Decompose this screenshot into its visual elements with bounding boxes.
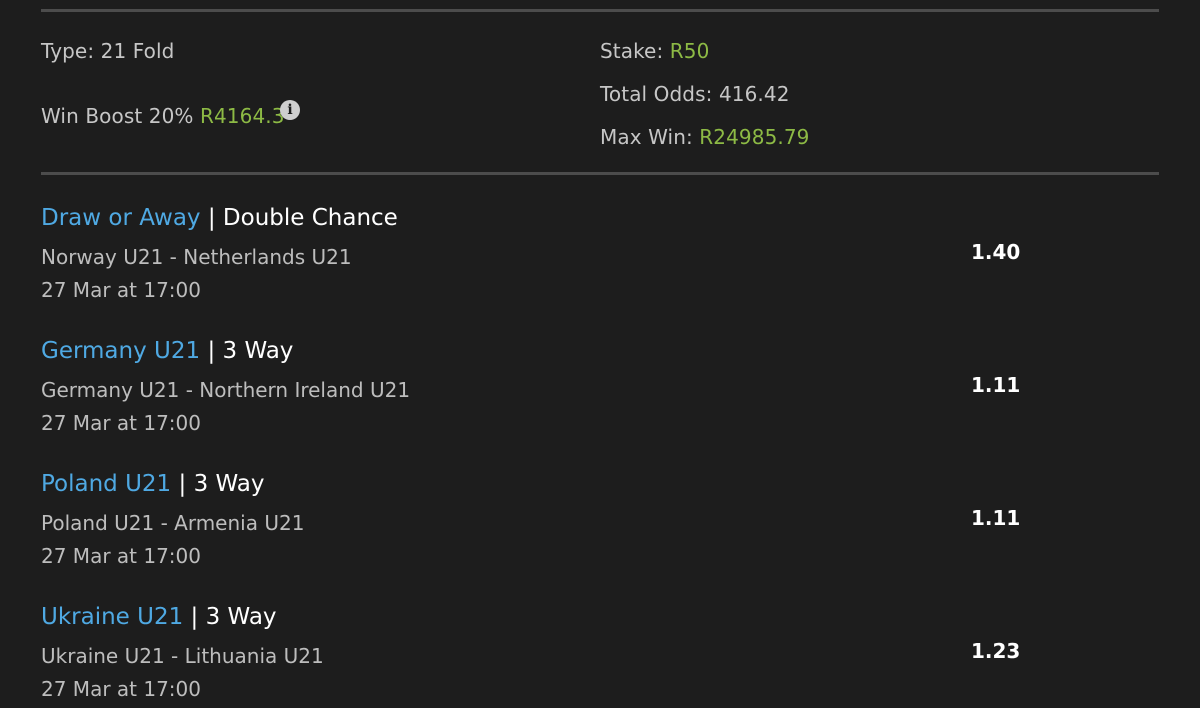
top-divider	[41, 9, 1159, 12]
selection-market: 3 Way	[193, 471, 265, 497]
selection-match: Germany U21 - Northern Ireland U21	[41, 378, 411, 402]
stake-value: R50	[669, 39, 710, 63]
selection-separator: |	[178, 471, 187, 497]
bet-type-label: Type: 21 Fold	[41, 39, 175, 63]
selection-market: 3 Way	[205, 604, 277, 630]
selection-title: Poland U21 | 3 Way	[41, 471, 265, 497]
selection-match: Poland U21 - Armenia U21	[41, 511, 305, 535]
max-win-value: R24985.79	[699, 125, 810, 149]
selection-separator: |	[207, 338, 216, 364]
selection-pick: Ukraine U21	[41, 604, 184, 630]
max-win-label: Max Win:	[600, 125, 693, 149]
selection-time: 27 Mar at 17:00	[41, 544, 201, 568]
summary-divider	[41, 172, 1159, 175]
bet-slip-detail: Type: 21 Fold Win Boost 20% R4164.3 i St…	[0, 0, 1200, 708]
selection-pick: Draw or Away	[41, 205, 201, 231]
selection-item: Draw or Away | Double Chance Norway U21 …	[41, 205, 1159, 325]
selection-pick: Poland U21	[41, 471, 172, 497]
bet-type: Type: 21 Fold	[41, 39, 174, 63]
selection-market: 3 Way	[222, 338, 294, 364]
selection-item: Ukraine U21 | 3 Way Ukraine U21 - Lithua…	[41, 604, 1159, 704]
selection-odds: 1.11	[971, 506, 1021, 530]
info-icon[interactable]: i	[280, 100, 300, 120]
selection-odds: 1.11	[971, 373, 1021, 397]
selection-match: Norway U21 - Netherlands U21	[41, 245, 352, 269]
selection-separator: |	[207, 205, 216, 231]
selection-match: Ukraine U21 - Lithuania U21	[41, 644, 324, 668]
max-win: Max Win: R24985.79	[600, 125, 810, 149]
stake-label: Stake:	[600, 39, 664, 63]
selection-odds: 1.40	[971, 240, 1021, 264]
selection-pick: Germany U21	[41, 338, 201, 364]
total-odds-label: Total Odds:	[600, 82, 713, 106]
total-odds: Total Odds: 416.42	[600, 82, 790, 106]
selection-item: Poland U21 | 3 Way Poland U21 - Armenia …	[41, 471, 1159, 591]
selection-title: Ukraine U21 | 3 Way	[41, 604, 277, 630]
win-boost-value: R4164.3	[199, 104, 285, 128]
win-boost-label: Win Boost 20%	[41, 104, 194, 128]
selection-title: Draw or Away | Double Chance	[41, 205, 398, 231]
selection-title: Germany U21 | 3 Way	[41, 338, 293, 364]
selection-time: 27 Mar at 17:00	[41, 278, 201, 302]
selection-odds: 1.23	[971, 639, 1021, 663]
selection-time: 27 Mar at 17:00	[41, 411, 201, 435]
selection-separator: |	[190, 604, 199, 630]
selection-market: Double Chance	[222, 205, 398, 231]
win-boost: Win Boost 20% R4164.3	[41, 104, 285, 128]
selection-time: 27 Mar at 17:00	[41, 677, 201, 701]
total-odds-value: 416.42	[718, 82, 790, 106]
selection-item: Germany U21 | 3 Way Germany U21 - Northe…	[41, 338, 1159, 458]
stake: Stake: R50	[600, 39, 709, 63]
